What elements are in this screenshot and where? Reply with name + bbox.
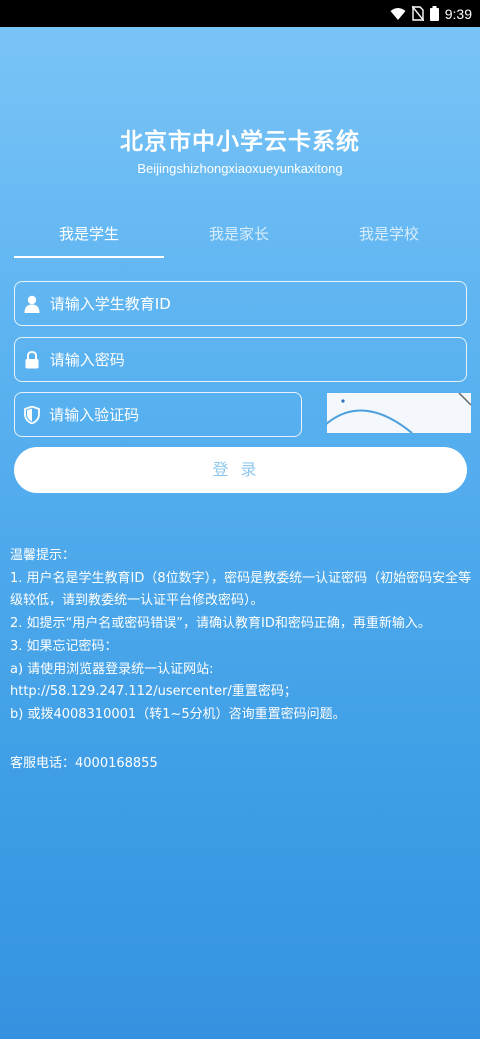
tip-line: b) 或拨4008310001（转1~5分机）咨询重置密码问题。 (10, 706, 346, 722)
status-bar: 9:39 (0, 0, 480, 27)
tab-student[interactable]: 我是学生 (14, 214, 164, 258)
clock: 9:39 (444, 5, 472, 22)
role-tabs: 我是学生 我是家长 我是学校 (14, 214, 464, 258)
tips-heading: 温馨提示： (10, 548, 76, 563)
app-title: 北京市中小学云卡系统 (120, 129, 360, 155)
student-id-field[interactable] (14, 281, 467, 326)
battery-icon (429, 6, 439, 21)
student-id-input[interactable] (49, 294, 466, 313)
password-input[interactable] (49, 350, 466, 369)
login-button[interactable]: 登录 (14, 447, 467, 493)
user-icon (23, 294, 42, 314)
lock-icon (23, 350, 42, 370)
tab-parent[interactable]: 我是家长 (164, 214, 314, 258)
captcha-image[interactable] (327, 393, 471, 433)
service-phone[interactable]: 客服电话：4000168855 (10, 752, 158, 771)
tip-line: 1. 用户名是学生教育ID（8位数字），密码是教委统一认证密码（初始密码安全等级… (10, 570, 472, 609)
tip-line: a) 请使用浏览器登录统一认证网站: (10, 661, 214, 677)
app-subtitle: Beijingshizhongxiaoxueyunkaxitong (137, 161, 343, 176)
tip-link[interactable]: http://58.129.247.112/usercenter/重置密码； (10, 681, 474, 704)
tip-line: 2. 如提示“用户名或密码错误”，请确认教育ID和密码正确，再重新输入。 (10, 616, 431, 632)
captcha-input[interactable] (49, 405, 301, 424)
tip-line: 3. 如果忘记密码： (10, 638, 118, 654)
password-field[interactable] (14, 337, 467, 382)
no-sim-icon (411, 6, 424, 21)
wifi-icon (390, 7, 406, 21)
shield-icon (23, 405, 41, 425)
tips-section: 温馨提示： 1. 用户名是学生教育ID（8位数字），密码是教委统一认证密码（初始… (10, 545, 474, 727)
tab-school[interactable]: 我是学校 (314, 214, 464, 258)
captcha-field[interactable] (14, 392, 302, 437)
